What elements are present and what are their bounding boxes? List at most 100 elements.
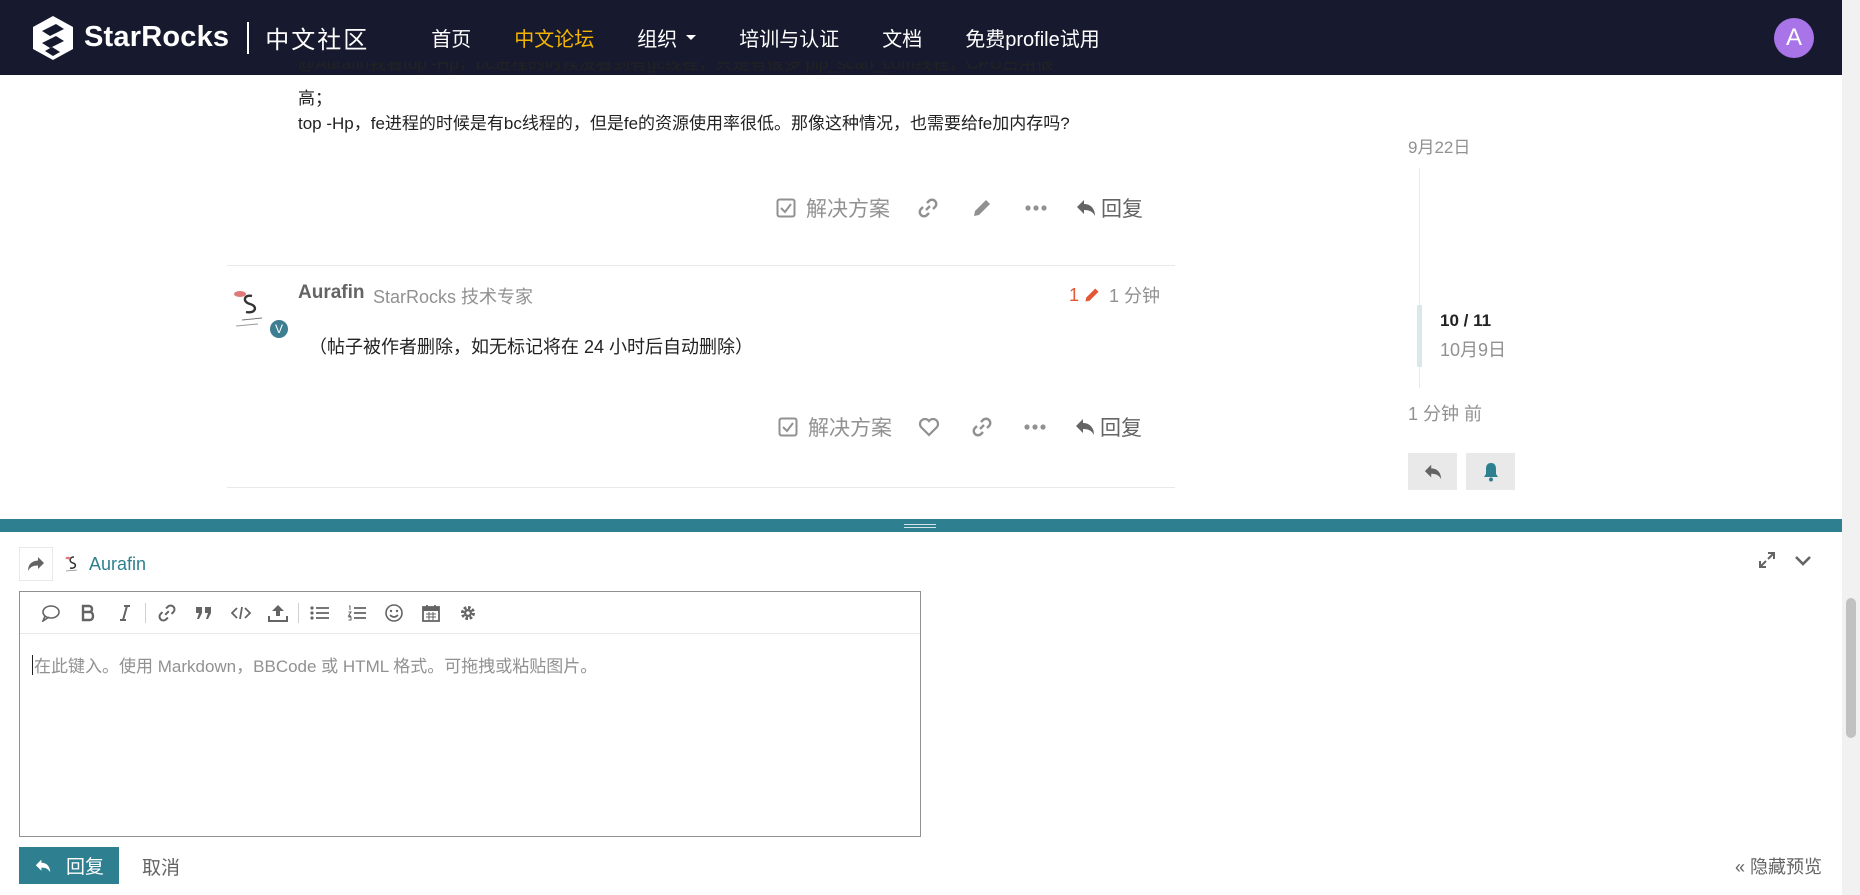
calendar-icon xyxy=(421,604,440,622)
post-text-line-partial: @Aurafin我看top -Hp，bc进程的时候没看到有gc线程，只是有很多 … xyxy=(298,62,1053,76)
nav-item-organization[interactable]: 组织 xyxy=(637,23,697,52)
reply-composer: Aurafin 在此键入。使用 Markdown，BBCode 或 HTML 格… xyxy=(0,519,1842,895)
fullscreen-button[interactable] xyxy=(1758,551,1776,574)
post-user-title: StarRocks 技术专家 xyxy=(373,287,534,307)
logo-subtitle: 中文社区 xyxy=(265,27,370,54)
share-link-button[interactable] xyxy=(917,197,939,219)
edit-count: 1 xyxy=(1068,284,1079,305)
link-button[interactable] xyxy=(148,598,185,628)
site-logo[interactable]: StarRocks 中文社区 xyxy=(30,15,369,61)
timeline-position-date: 10月9日 xyxy=(1440,340,1507,360)
chevron-down-icon xyxy=(1795,556,1811,566)
bullet-list-icon xyxy=(309,605,329,620)
nav-item-docs[interactable]: 文档 xyxy=(882,23,922,52)
bullet-list-button[interactable] xyxy=(301,598,338,628)
reply-to-user[interactable]: Aurafin xyxy=(63,554,146,575)
upload-button[interactable] xyxy=(259,598,296,628)
post-username[interactable]: Aurafin xyxy=(298,282,365,304)
emoji-button[interactable] xyxy=(375,598,412,628)
composer-action-button[interactable] xyxy=(19,547,53,581)
code-button[interactable] xyxy=(222,598,259,628)
notification-button[interactable] xyxy=(1466,453,1515,490)
more-button[interactable] xyxy=(1025,205,1047,211)
editor-toolbar xyxy=(20,592,920,634)
logo-text: StarRocks xyxy=(84,21,230,53)
post-time[interactable]: 1 分钟 xyxy=(1109,282,1160,308)
link-icon xyxy=(158,604,175,621)
post-text-partial: @Aurafin我看top -Hp，bc进程的时候没看到有gc线程，只是有很多 … xyxy=(298,62,1054,73)
edit-history-button[interactable]: 1 xyxy=(1069,285,1101,306)
nav-item-organization-label: 组织 xyxy=(637,29,678,51)
current-user-avatar[interactable]: A xyxy=(1774,18,1814,58)
post-divider xyxy=(227,265,1175,266)
reply-textarea[interactable]: 在此键入。使用 Markdown，BBCode 或 HTML 格式。可拖拽或粘贴… xyxy=(32,652,597,677)
reply-button[interactable]: 回复 xyxy=(1075,193,1143,223)
reply-icon xyxy=(1076,419,1094,435)
post-text-line: 高； xyxy=(298,89,332,108)
text-cursor xyxy=(32,654,33,675)
edit-button[interactable] xyxy=(971,197,993,219)
pencil-icon xyxy=(974,200,990,216)
verified-badge: V xyxy=(268,318,290,340)
caret-down-icon xyxy=(686,35,697,40)
bold-icon xyxy=(81,604,94,621)
post-meta: 1 1 分钟 xyxy=(1069,282,1160,308)
solution-button[interactable]: 解决方案 xyxy=(776,193,890,223)
reply-button[interactable]: 回复 xyxy=(1074,412,1142,442)
reply-placeholder: 在此键入。使用 Markdown，BBCode 或 HTML 格式。可拖拽或粘贴… xyxy=(34,657,598,676)
hide-preview-link[interactable]: « 隐藏预览 xyxy=(1735,853,1822,879)
reply-icon xyxy=(1077,200,1095,216)
share-arrow-icon xyxy=(28,557,44,571)
calendar-button[interactable] xyxy=(412,598,449,628)
italic-button[interactable] xyxy=(106,598,143,628)
heart-icon xyxy=(918,417,940,437)
solution-button[interactable]: 解决方案 xyxy=(778,412,892,442)
checkbox-icon xyxy=(776,198,796,218)
share-link-button[interactable] xyxy=(971,416,993,438)
blockquote-icon xyxy=(195,606,211,619)
reply-label: 回复 xyxy=(1101,198,1143,221)
collapse-composer-button[interactable] xyxy=(1794,554,1812,572)
post-divider xyxy=(227,487,1175,488)
page-scrollbar[interactable] xyxy=(1842,0,1860,895)
timeline-handle[interactable] xyxy=(1417,305,1422,367)
drag-grip-icon[interactable] xyxy=(904,524,936,528)
more-button[interactable] xyxy=(1024,424,1046,430)
timeline-position: 10 / 11 xyxy=(1440,311,1492,330)
expand-icon xyxy=(1759,552,1775,568)
reply-to: Aurafin xyxy=(19,547,146,581)
cancel-button[interactable]: 取消 xyxy=(142,853,180,880)
quote-bubble-button[interactable] xyxy=(32,598,69,628)
ellipsis-icon xyxy=(1024,424,1046,430)
checkbox-icon xyxy=(778,417,798,437)
numbered-list-button[interactable] xyxy=(338,598,375,628)
bold-button[interactable] xyxy=(69,598,106,628)
scrollbar-thumb[interactable] xyxy=(1846,598,1856,738)
pencil-icon xyxy=(1085,288,1099,302)
timeline-start-date[interactable]: 9月22日 xyxy=(1408,133,1470,158)
link-icon xyxy=(972,417,992,437)
nav-item-forum[interactable]: 中文论坛 xyxy=(514,23,594,52)
italic-icon xyxy=(119,604,130,621)
reply-icon xyxy=(1424,464,1441,479)
code-icon xyxy=(230,606,251,619)
blockquote-button[interactable] xyxy=(185,598,222,628)
reply-icon xyxy=(35,859,51,872)
toolbar-divider xyxy=(145,602,146,623)
emoji-icon xyxy=(384,603,403,622)
composer-resize-bar[interactable] xyxy=(0,519,1842,532)
timeline-reply-button[interactable] xyxy=(1408,453,1457,490)
nav-item-profile-trial[interactable]: 免费profile试用 xyxy=(965,23,1099,52)
post-actions: 解决方案 回复 xyxy=(778,410,1142,444)
timeline-end-date[interactable]: 1 分钟 前 xyxy=(1408,400,1482,426)
like-button[interactable] xyxy=(918,417,940,437)
solution-label: 解决方案 xyxy=(806,198,890,221)
nav-item-home[interactable]: 首页 xyxy=(431,23,471,52)
nav-item-training[interactable]: 培训与认证 xyxy=(739,23,839,52)
link-icon xyxy=(918,198,938,218)
options-button[interactable] xyxy=(449,598,486,628)
submit-label: 回复 xyxy=(65,857,104,878)
numbered-list-icon xyxy=(347,605,366,620)
submit-reply-button[interactable]: 回复 xyxy=(19,847,119,884)
ellipsis-icon xyxy=(1025,205,1047,211)
